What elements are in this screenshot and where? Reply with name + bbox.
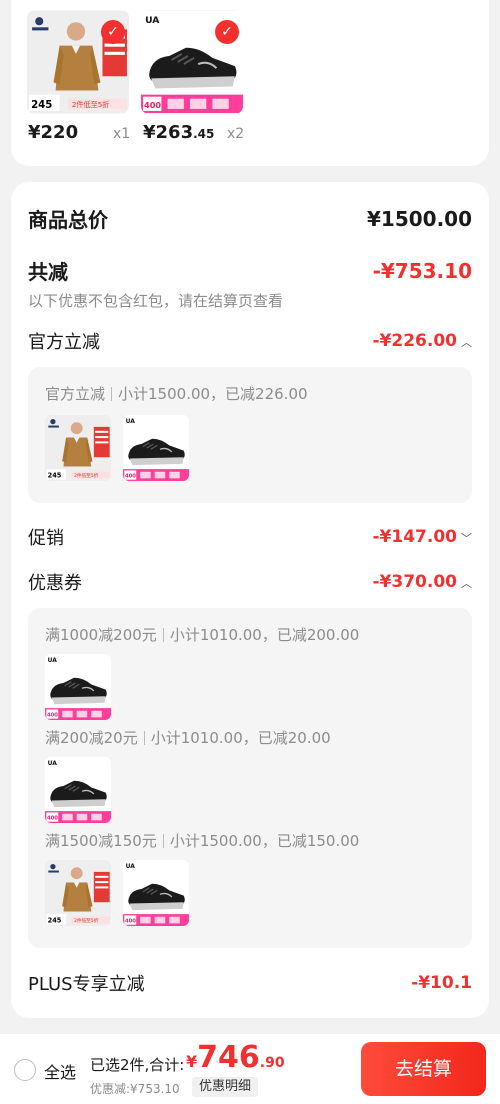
shirt-thumbnail [45, 860, 111, 926]
coupon-row[interactable]: 优惠券 -¥370.00 ︿ [28, 569, 472, 595]
official-discount-label: 官方立减 [28, 332, 100, 353]
coupon-header: 满200减20元 小计1010.00，已减20.00 [45, 729, 331, 747]
sneaker-thumbnail [123, 860, 189, 926]
select-all-label[interactable]: 全选 [44, 1059, 76, 1083]
goods-total-value: ¥1500.00 [366, 206, 472, 231]
chevron-up-icon[interactable]: ︿ [461, 577, 472, 590]
official-discount-row[interactable]: 官方立减 -¥226.00 ︿ [28, 328, 472, 354]
official-discount-value: -¥226.00 [372, 331, 458, 351]
product-price: ¥263.45 [143, 122, 215, 143]
discount-value: -¥753.10 [372, 258, 472, 283]
promotion-label: 促销 [28, 528, 64, 549]
product-image-sneaker[interactable]: ✓ [141, 10, 243, 114]
plus-discount-value: -¥10.1 [411, 973, 472, 993]
checkout-bar: 全选 已选2件,合计: ¥746.90 优惠减:¥753.10 优惠明细 去结算 [0, 1034, 500, 1104]
coupon-header: 满1000减200元 小计1010.00，已减200.00 [45, 626, 360, 644]
sneaker-thumbnail [45, 654, 111, 720]
plus-discount-row: PLUS专享立减 -¥10.1 [28, 970, 472, 996]
promotion-row[interactable]: 促销 -¥147.00 ﹀ [28, 524, 472, 550]
plus-discount-label: PLUS专享立减 [28, 974, 145, 995]
discount-row: 共减 -¥753.10 [28, 256, 472, 285]
coupon-panel: 满1000减200元 小计1010.00，已减200.00 满200减20元 小计1… [28, 608, 472, 948]
discount-hint: 以下优惠不包含红包，请在结算页查看 [28, 292, 284, 310]
selected-info: 已选2件,合计: [90, 1056, 185, 1074]
discount-detail-button[interactable]: 优惠明细 [192, 1077, 259, 1097]
product-quantity: x2 [227, 126, 245, 142]
coupon-label: 优惠券 [28, 573, 82, 594]
chevron-down-icon[interactable]: ﹀ [461, 532, 472, 545]
promotion-value: -¥147.00 [372, 527, 458, 547]
product-price: ¥220 [28, 122, 79, 143]
total-price: ¥746.90 [186, 1040, 285, 1075]
select-all-radio[interactable] [14, 1059, 36, 1081]
product-quantity: x1 [113, 126, 131, 142]
coupon-value: -¥370.00 [372, 572, 458, 592]
product-image-shirt[interactable]: ✓ [27, 10, 129, 114]
checked-icon[interactable]: ✓ [101, 20, 125, 44]
checkout-button[interactable]: 去结算 [361, 1042, 486, 1096]
saved-amount: 优惠减:¥753.10 [90, 1082, 180, 1096]
shirt-thumbnail [45, 415, 111, 481]
chevron-up-icon[interactable]: ︿ [461, 336, 472, 349]
coupon-header: 满1500减150元 小计1500.00，已减150.00 [45, 832, 360, 850]
official-panel-header: 官方立减 小计1500.00，已减226.00 [45, 385, 308, 403]
sneaker-thumbnail [45, 757, 111, 823]
discount-label: 共减 [28, 260, 68, 284]
checked-icon[interactable]: ✓ [215, 20, 239, 44]
official-discount-panel: 官方立减 小计1500.00，已减226.00 [28, 367, 472, 503]
price-summary-card: 商品总价 ¥1500.00 共减 -¥753.10 以下优惠不包含红包，请在结算… [11, 182, 489, 1018]
goods-total-label: 商品总价 [28, 208, 108, 232]
sneaker-thumbnail [123, 415, 189, 481]
goods-total-row: 商品总价 ¥1500.00 [28, 204, 472, 233]
selected-products-card: ✓ ✓ ¥220 x1 ¥263.45 x2 [11, 0, 489, 166]
